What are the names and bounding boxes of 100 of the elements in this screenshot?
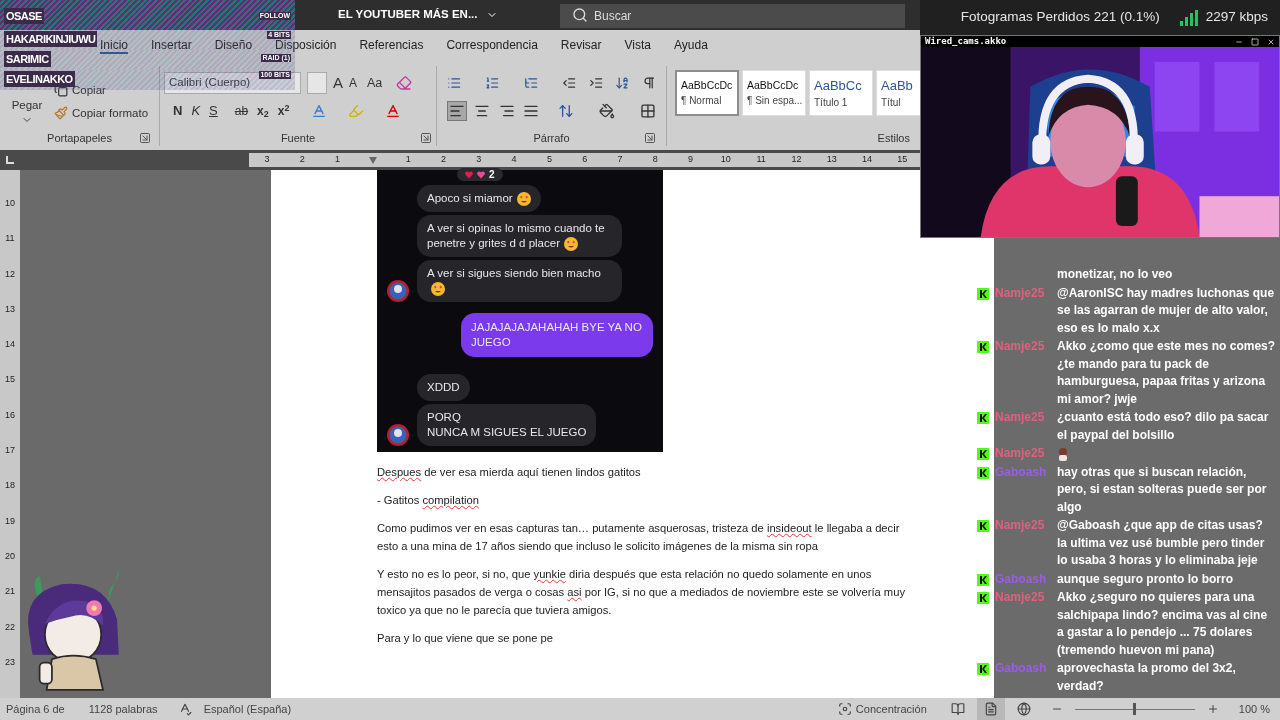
pilcrow-icon[interactable] [641, 75, 656, 91]
paragraph: Para y lo que viene que se pone pe [377, 631, 555, 646]
document-title[interactable]: EL YOUTUBER MÁS EN... [338, 6, 478, 24]
ribbon-tab[interactable]: Correspondencia [446, 38, 538, 54]
sort-icon[interactable] [615, 75, 630, 91]
font-size-field[interactable] [307, 72, 327, 94]
badge-icon [977, 287, 989, 300]
group-label: Estilos [877, 130, 910, 146]
paintbrush-icon [54, 106, 68, 121]
clear-formatting-icon[interactable] [396, 75, 413, 91]
subscript-button[interactable]: x$_{2}$ [257, 102, 269, 120]
alert-name: HAKARIKINJIUWU [4, 31, 98, 47]
shrink-font-button[interactable]: A [349, 74, 358, 92]
borders-icon[interactable] [640, 103, 656, 119]
chat-message: Akko ¿como que este mes no comes? ¿te mando para tu pack de hamburguesa, papaa fritas y arizona mi amor? jwje [1057, 338, 1276, 408]
style-card[interactable]: AaBbCcDc ¶ Normal [675, 70, 739, 116]
style-card[interactable]: AaBbCc Título 1 [809, 70, 873, 116]
chat-message: aunque seguro pronto lo borro [1057, 570, 1234, 588]
tab-selector-icon[interactable] [5, 156, 14, 164]
decrease-indent-icon[interactable] [562, 75, 577, 91]
read-mode-icon[interactable] [950, 702, 965, 716]
font-color-icon[interactable] [384, 103, 401, 119]
horizontal-ruler: 3 2 1 1 2 3 4 5 6 7 8 9 10 11 12 13 14 15 [249, 153, 920, 167]
shading-icon[interactable] [599, 103, 616, 119]
ribbon-tab[interactable]: Referencias [359, 38, 424, 54]
paragraph: Despues de ver esa mierda aquí tienen lindos gatitos [377, 465, 642, 480]
dialog-launcher-icon[interactable] [139, 132, 151, 144]
chat-message: @AaronISC hay madres luchonas que se las agarran de mujer de alto valor, eso es lo malo x.x [1057, 284, 1276, 337]
signal-icon [1179, 9, 1198, 26]
group-label: Párrafo [533, 130, 570, 146]
bold-button[interactable]: N [173, 101, 183, 121]
bullet-list-icon[interactable] [447, 75, 462, 91]
focus-icon [837, 702, 852, 716]
paragraph: Y esto no es lo peor, si no, que yunkie diria después que esta relación no quedo solamente en unos mensajitos pasados de verga o cosas asi por IG, si no que a mediados de noviembre este se volvería muy toxico ya que no le parecía que tuviera amigos. [377, 567, 905, 618]
ribbon-tab[interactable]: Ayuda [674, 38, 708, 54]
format-painter-button[interactable]: Copiar formato [54, 104, 149, 122]
numbered-list-icon[interactable] [485, 75, 500, 91]
received-message: Apoco si miamor [417, 185, 541, 212]
badge-icon [977, 663, 989, 675]
received-message: A ver si opinas lo mismo cuando te penetre y grites d d placer [417, 215, 622, 257]
received-message: PORQ NUNCA M SIGUES EL JUEGO [417, 404, 597, 446]
word-count[interactable]: 1128 palabras [88, 700, 158, 718]
ribbon-tab[interactable]: Insertar [151, 38, 192, 54]
reaction-count: 2 [489, 168, 495, 181]
paragraph: Como pudimos ver en esas capturas tan… putamente asquerosas, tristeza de insideout le llegaba a decir esto a una mina de 17 años siendo que incluso le solicito imágenes de la misma sin ropa [377, 521, 901, 554]
zoom-thumb[interactable] [1132, 703, 1136, 715]
ribbon-tab[interactable]: Revisar [560, 38, 602, 54]
close-icon[interactable] [1267, 37, 1275, 46]
increase-indent-icon[interactable] [588, 75, 604, 91]
alert-name: EVELINAKKO [4, 71, 75, 87]
page-icon [983, 702, 998, 716]
window-title: Wired_cams.akko [925, 36, 1007, 47]
search-field[interactable]: Buscar [560, 4, 905, 28]
vertical-ruler: 10 11 12 13 14 15 16 17 18 19 20 21 22 23 [0, 170, 20, 698]
bitrate: 2297 kbps [1205, 8, 1268, 27]
underline-button[interactable]: S [209, 101, 218, 121]
badge-icon [977, 573, 989, 586]
grow-font-button[interactable]: A [333, 71, 343, 95]
chat-message: Akko ¿seguro no quieres para una salchipapa lindo? encima vas al cine a gastar a lo pendejo ... 75 dolares (tremendo huevon mi pana) [1057, 589, 1269, 659]
badge-icon [977, 520, 989, 532]
chat-message: aprovechasta la promo del 3x2, verdad? [1057, 660, 1237, 695]
change-case-button[interactable]: Aa [367, 73, 383, 93]
ribbon-tab[interactable]: Inicio [100, 38, 128, 54]
text-effects-icon[interactable] [310, 103, 327, 119]
print-layout-button[interactable] [976, 698, 1005, 720]
received-message: XDDD [417, 374, 470, 401]
group-label: Portapapeles [47, 130, 112, 146]
align-button[interactable] [447, 101, 467, 121]
zoom-level[interactable]: 100 % [1238, 700, 1270, 718]
style-card[interactable]: AaBb Títul [876, 70, 920, 116]
badge-icon [977, 341, 989, 353]
style-card[interactable]: AaBbCcDc ¶ Sin espa... [742, 70, 806, 116]
dialog-launcher-icon[interactable] [420, 132, 432, 144]
line-spacing-icon[interactable] [558, 103, 575, 119]
alert-name: OSASE [4, 7, 44, 24]
language-label[interactable]: Español (España) [203, 700, 292, 718]
chat-message: ¿cuanto está todo eso? dilo pa sacar el paypal del bolsillo [1057, 409, 1270, 444]
dropped-frames: Fotogramas Perdidos 221 (0.1%) [960, 7, 1160, 28]
dialog-launcher-icon[interactable] [644, 132, 656, 144]
indent-marker-icon[interactable] [368, 156, 377, 164]
superscript-button[interactable]: x$^{2}$ [277, 102, 290, 120]
maximize-icon[interactable] [1251, 37, 1259, 46]
paragraph: - Gatitos compilation [377, 493, 480, 508]
focus-button[interactable]: Concentración [837, 700, 927, 718]
zoom-slider[interactable] [1074, 703, 1195, 715]
chat-message: hay otras que si buscan relación, pero, si estan solteras puede ser por algo [1057, 463, 1268, 516]
badge-icon [977, 466, 989, 479]
ribbon-tab[interactable]: Diseño [214, 38, 253, 54]
multilevel-list-icon[interactable] [523, 75, 539, 91]
ribbon-tab[interactable]: Disposición [275, 38, 337, 54]
paste-button[interactable]: Pegar [11, 96, 43, 114]
italic-button[interactable]: K [191, 101, 201, 121]
strikethrough-button[interactable]: ab [234, 102, 249, 120]
sent-message: JAJAJAJAJAHAHAH BYE YA NO JUEGO [461, 313, 653, 357]
page-count[interactable]: Página 6 de [6, 700, 65, 718]
web-layout-icon[interactable] [1016, 702, 1031, 716]
group-label: Fuente [280, 130, 316, 146]
search-icon [572, 7, 588, 23]
ribbon-tab[interactable]: Vista [624, 38, 651, 54]
zoom-in-icon[interactable] [1206, 703, 1219, 715]
